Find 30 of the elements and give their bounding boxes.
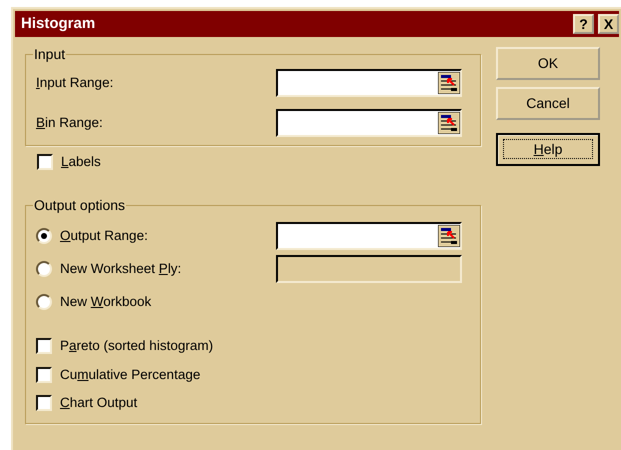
dialog-button[interactable]: OK [496, 47, 600, 80]
dialog-button[interactable]: Cancel [496, 87, 600, 120]
radio-label: New Workbook [60, 293, 152, 312]
checkbox[interactable] [36, 338, 52, 354]
window-title: Histogram [21, 14, 96, 34]
checkbox[interactable] [36, 366, 52, 383]
collapse-dialog-icon[interactable] [438, 72, 460, 94]
range-field[interactable] [276, 222, 462, 250]
collapse-dialog-icon[interactable] [438, 225, 460, 248]
dialog-button[interactable]: Help [496, 133, 600, 166]
group-title: Input [33, 47, 66, 61]
checkbox-label: Labels [61, 153, 101, 171]
group-title: Output options [33, 198, 126, 212]
radio-button[interactable] [36, 228, 52, 244]
radio-button[interactable] [36, 294, 52, 310]
field-label: Bin Range: [36, 114, 104, 132]
close-button[interactable]: X [598, 14, 619, 34]
checkbox[interactable] [36, 394, 52, 411]
collapse-dialog-icon[interactable] [438, 112, 460, 134]
range-field[interactable] [276, 109, 462, 137]
radio-label: New Worksheet Ply: [60, 260, 182, 278]
checkbox-label: Cumulative Percentage [60, 366, 200, 384]
field-label: Input Range: [36, 74, 114, 92]
range-field[interactable] [276, 69, 462, 97]
checkbox[interactable] [37, 154, 53, 170]
radio-label: Output Range: [60, 227, 148, 246]
checkbox-label: Pareto (sorted histogram) [60, 337, 214, 356]
radio-button[interactable] [36, 261, 52, 278]
help-button[interactable]: ? [573, 14, 594, 34]
checkbox-label: Chart Output [60, 394, 138, 412]
